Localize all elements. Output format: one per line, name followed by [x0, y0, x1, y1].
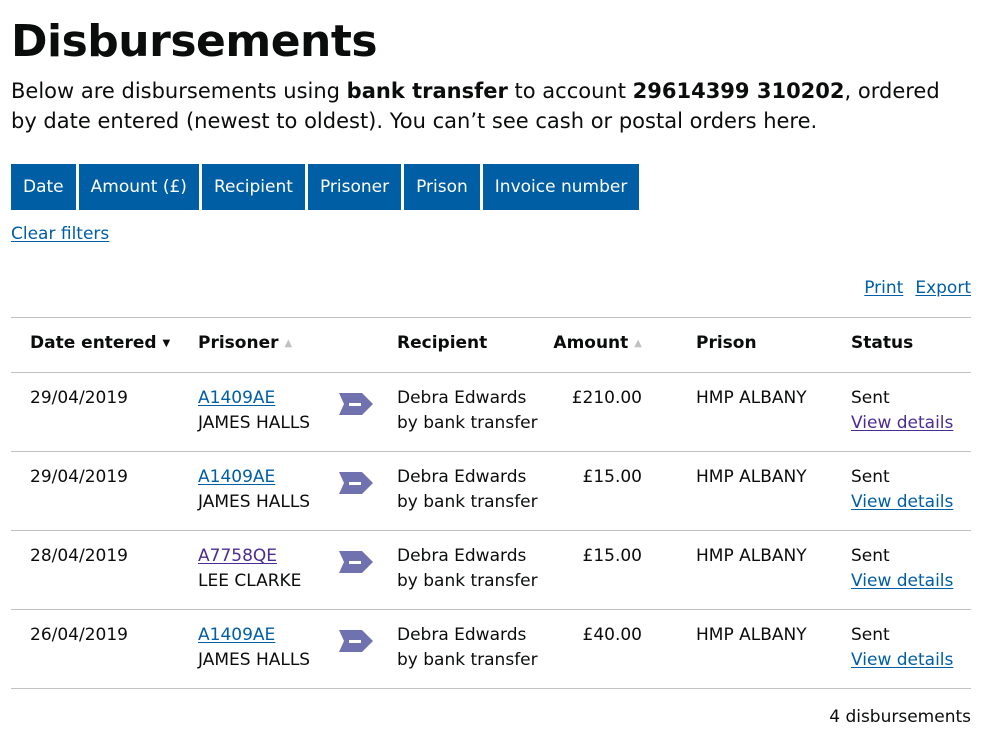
filter-amount-button[interactable]: Amount (£): [78, 164, 199, 210]
view-details-link[interactable]: View details: [851, 571, 953, 591]
header-label: Amount: [553, 333, 629, 353]
description-text: to account: [507, 79, 633, 103]
header-label: Date entered: [30, 333, 157, 353]
payment-method: by bank transfer: [397, 650, 538, 670]
prisoner-number-link[interactable]: A1409AE: [198, 388, 275, 408]
payment-method: by bank transfer: [397, 492, 538, 512]
arrow-right-icon: [339, 472, 373, 494]
prisoner-name: JAMES HALLS: [198, 492, 311, 512]
table-row: 29/04/2019 A1409AE JAMES HALLS Debra Edw…: [11, 373, 971, 452]
page-title: Disbursements: [11, 16, 378, 67]
prisoner-name: LEE CLARKE: [198, 571, 302, 591]
recipient-name: Debra Edwards: [397, 388, 527, 408]
account-number-text: 29614399 310202: [632, 79, 845, 103]
results-count: 4 disbursements: [829, 707, 971, 727]
table-header-row: Date entered ▼ Prisoner ▲ Recipient Amount…: [11, 318, 971, 373]
recipient-header: Recipient: [397, 333, 488, 353]
header-label: Prisoner: [198, 333, 279, 353]
arrow-right-icon: [339, 551, 373, 573]
amount-cell: £40.00: [582, 625, 642, 645]
date-cell: 28/04/2019: [30, 546, 128, 566]
prisoner-number-link[interactable]: A1409AE: [198, 625, 275, 645]
table-row: 28/04/2019 A7758QE LEE CLARKE Debra Edwa…: [11, 531, 971, 610]
recipient-name: Debra Edwards: [397, 467, 527, 487]
status-header: Status: [851, 333, 914, 353]
prisoner-cell: A1409AE JAMES HALLS: [198, 386, 310, 436]
view-details-link[interactable]: View details: [851, 492, 953, 512]
filter-recipient-button[interactable]: Recipient: [201, 164, 305, 210]
prisoner-cell: A1409AE JAMES HALLS: [198, 465, 310, 515]
prison-cell: HMP ALBANY: [696, 467, 807, 487]
amount-cell: £15.00: [582, 467, 642, 487]
status-text: Sent: [851, 467, 890, 487]
status-text: Sent: [851, 546, 890, 566]
chevron-up-icon: ▲: [284, 338, 293, 349]
payment-method: by bank transfer: [397, 571, 538, 591]
status-cell: Sent View details: [851, 386, 953, 436]
prisoner-cell: A7758QE LEE CLARKE: [198, 544, 301, 594]
page-description: Below are disbursements using bank trans…: [11, 76, 971, 136]
filter-prison-button[interactable]: Prison: [404, 164, 480, 210]
recipient-name: Debra Edwards: [397, 625, 527, 645]
filter-invoice-number-button[interactable]: Invoice number: [482, 164, 640, 210]
sort-by-prisoner-header[interactable]: Prisoner ▲: [198, 331, 292, 356]
prisoner-number-link[interactable]: A1409AE: [198, 467, 275, 487]
prison-cell: HMP ALBANY: [696, 546, 807, 566]
arrow-right-icon: [339, 630, 373, 652]
date-cell: 29/04/2019: [30, 388, 128, 408]
table-row: 26/04/2019 A1409AE JAMES HALLS Debra Edw…: [11, 610, 971, 689]
export-link[interactable]: Export: [915, 277, 971, 299]
sort-by-date-header[interactable]: Date entered ▼: [30, 331, 170, 356]
prisoner-name: JAMES HALLS: [198, 413, 311, 433]
amount-cell: £15.00: [582, 546, 642, 566]
status-cell: Sent View details: [851, 544, 953, 594]
arrow-right-icon: [339, 393, 373, 415]
chevron-up-icon: ▲: [634, 338, 642, 349]
status-cell: Sent View details: [851, 465, 953, 515]
status-text: Sent: [851, 625, 890, 645]
amount-cell: £210.00: [571, 388, 642, 408]
description-text: Below are disbursements using: [11, 79, 347, 103]
table-actions: Print Export: [864, 277, 971, 299]
clear-filters-link[interactable]: Clear filters: [11, 223, 109, 245]
prisoner-cell: A1409AE JAMES HALLS: [198, 623, 310, 673]
print-link[interactable]: Print: [864, 277, 903, 299]
disbursements-table: Date entered ▼ Prisoner ▲ Recipient Amount…: [11, 317, 971, 689]
date-cell: 29/04/2019: [30, 467, 128, 487]
status-text: Sent: [851, 388, 890, 408]
filter-bar: Date Amount (£) Recipient Prisoner Priso…: [11, 164, 640, 210]
prisoner-number-link[interactable]: A7758QE: [198, 546, 277, 566]
prison-cell: HMP ALBANY: [696, 388, 807, 408]
recipient-cell: Debra Edwards by bank transfer: [397, 465, 538, 515]
status-cell: Sent View details: [851, 623, 953, 673]
chevron-down-icon: ▼: [162, 338, 171, 349]
recipient-cell: Debra Edwards by bank transfer: [397, 623, 538, 673]
prisoner-name: JAMES HALLS: [198, 650, 311, 670]
payment-method-text: bank transfer: [346, 79, 508, 103]
view-details-link[interactable]: View details: [851, 650, 953, 670]
payment-method: by bank transfer: [397, 413, 538, 433]
date-cell: 26/04/2019: [30, 625, 128, 645]
prison-header: Prison: [696, 333, 757, 353]
recipient-cell: Debra Edwards by bank transfer: [397, 544, 538, 594]
recipient-cell: Debra Edwards by bank transfer: [397, 386, 538, 436]
view-details-link[interactable]: View details: [851, 413, 953, 433]
disbursements-page: Disbursements Below are disbursements us…: [0, 0, 999, 747]
filter-prisoner-button[interactable]: Prisoner: [307, 164, 402, 210]
prison-cell: HMP ALBANY: [696, 625, 807, 645]
table-row: 29/04/2019 A1409AE JAMES HALLS Debra Edw…: [11, 452, 971, 531]
filter-date-button[interactable]: Date: [11, 164, 76, 210]
sort-by-amount-header[interactable]: Amount ▲: [553, 331, 642, 356]
recipient-name: Debra Edwards: [397, 546, 527, 566]
